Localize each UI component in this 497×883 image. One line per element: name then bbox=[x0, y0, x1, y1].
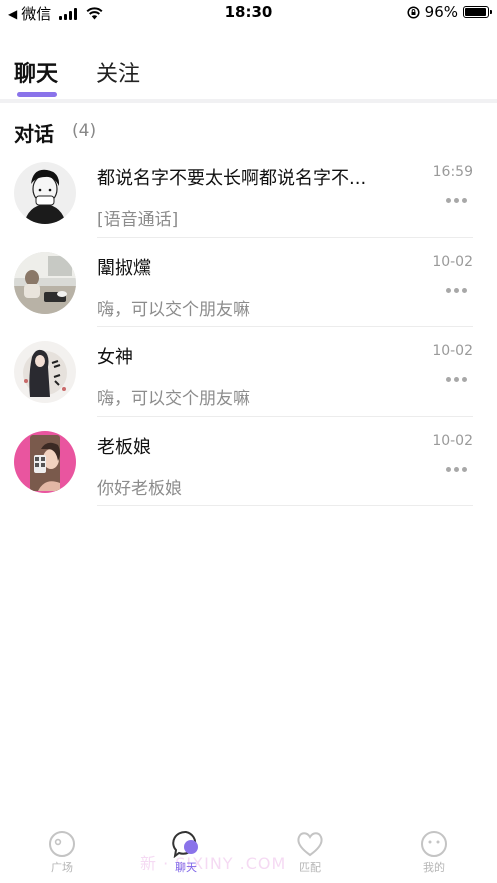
conversation-preview: [语音通话] bbox=[97, 210, 179, 230]
battery-icon bbox=[463, 6, 492, 18]
conversation-name: 都说名字不要太长啊都说名字不... bbox=[97, 168, 367, 189]
more-options-icon[interactable] bbox=[446, 198, 467, 203]
avatar[interactable] bbox=[14, 430, 76, 493]
tab-follow[interactable]: 关注 bbox=[96, 56, 140, 88]
conversation-time: 16:59 bbox=[432, 164, 473, 180]
square-face-icon bbox=[49, 831, 75, 857]
status-bar: ◀ 微信 18:30 96% bbox=[0, 0, 497, 26]
heart-icon bbox=[297, 832, 323, 857]
nav-item-square[interactable]: 广场 bbox=[22, 830, 102, 875]
conversation-preview: 你好老板娘 bbox=[97, 478, 182, 499]
battery-fill bbox=[465, 8, 487, 16]
nav-label: 匹配 bbox=[299, 861, 321, 874]
tab-chat[interactable]: 聊天 bbox=[14, 56, 58, 88]
conversation-item[interactable]: 老板娘 你好老板娘 10-02 bbox=[0, 417, 497, 506]
section-title: 对话 bbox=[14, 122, 54, 146]
avatar-cafe-icon bbox=[14, 251, 76, 314]
avatar-pink-icon bbox=[14, 430, 76, 493]
avatar[interactable] bbox=[14, 341, 76, 403]
conversation-item[interactable]: 闈掓爣 嗨，可以交个朋友嘛 10-02 bbox=[0, 238, 497, 327]
conversation-preview: 嗨，可以交个朋友嘛 bbox=[97, 299, 250, 320]
more-options-icon[interactable] bbox=[446, 287, 467, 293]
smile-face-icon bbox=[421, 831, 447, 857]
nav-label: 我的 bbox=[423, 861, 445, 874]
chat-bubble-icon bbox=[172, 830, 198, 858]
conversation-preview: 嗨，可以交个朋友嘛 bbox=[97, 389, 250, 409]
nav-item-match[interactable]: 匹配 bbox=[270, 830, 350, 875]
battery-percent: 96% bbox=[424, 3, 458, 21]
more-options-icon[interactable] bbox=[446, 377, 467, 382]
more-options-icon[interactable] bbox=[446, 466, 467, 472]
active-tab-indicator bbox=[17, 92, 57, 97]
section-count: (4) bbox=[72, 121, 97, 141]
divider bbox=[97, 505, 473, 506]
conversation-time: 10-02 bbox=[432, 343, 473, 359]
avatar[interactable] bbox=[14, 251, 76, 314]
conversation-name: 女神 bbox=[97, 347, 133, 368]
conversation-item[interactable]: 都说名字不要太长啊都说名字不... [语音通话] 16:59 bbox=[0, 148, 497, 238]
nav-item-chat[interactable]: 聊天 bbox=[146, 830, 226, 875]
bottom-nav: 广场 聊天 匹配 我的 bbox=[0, 820, 497, 883]
nav-label: 聊天 bbox=[175, 861, 197, 874]
tabs-divider bbox=[0, 99, 497, 103]
conversation-time: 10-02 bbox=[432, 432, 473, 449]
conversation-item[interactable]: 女神 嗨，可以交个朋友嘛 10-02 bbox=[0, 327, 497, 417]
orientation-lock-icon bbox=[407, 5, 420, 19]
avatar[interactable] bbox=[14, 162, 76, 224]
top-tabs: 聊天 关注 bbox=[0, 52, 497, 100]
nav-item-me[interactable]: 我的 bbox=[394, 830, 474, 875]
conversation-list: 都说名字不要太长啊都说名字不... [语音通话] 16:59 闈掓爣 嗨，可以交… bbox=[0, 148, 497, 506]
nav-label: 广场 bbox=[51, 861, 73, 874]
conversation-time: 10-02 bbox=[432, 253, 473, 270]
conversation-name: 闈掓爣 bbox=[97, 257, 151, 279]
conversation-name: 老板娘 bbox=[97, 436, 151, 458]
avatar-goddess-icon bbox=[14, 341, 76, 403]
status-right: 96% bbox=[407, 3, 492, 21]
avatar-boy-bw-icon bbox=[14, 162, 76, 224]
